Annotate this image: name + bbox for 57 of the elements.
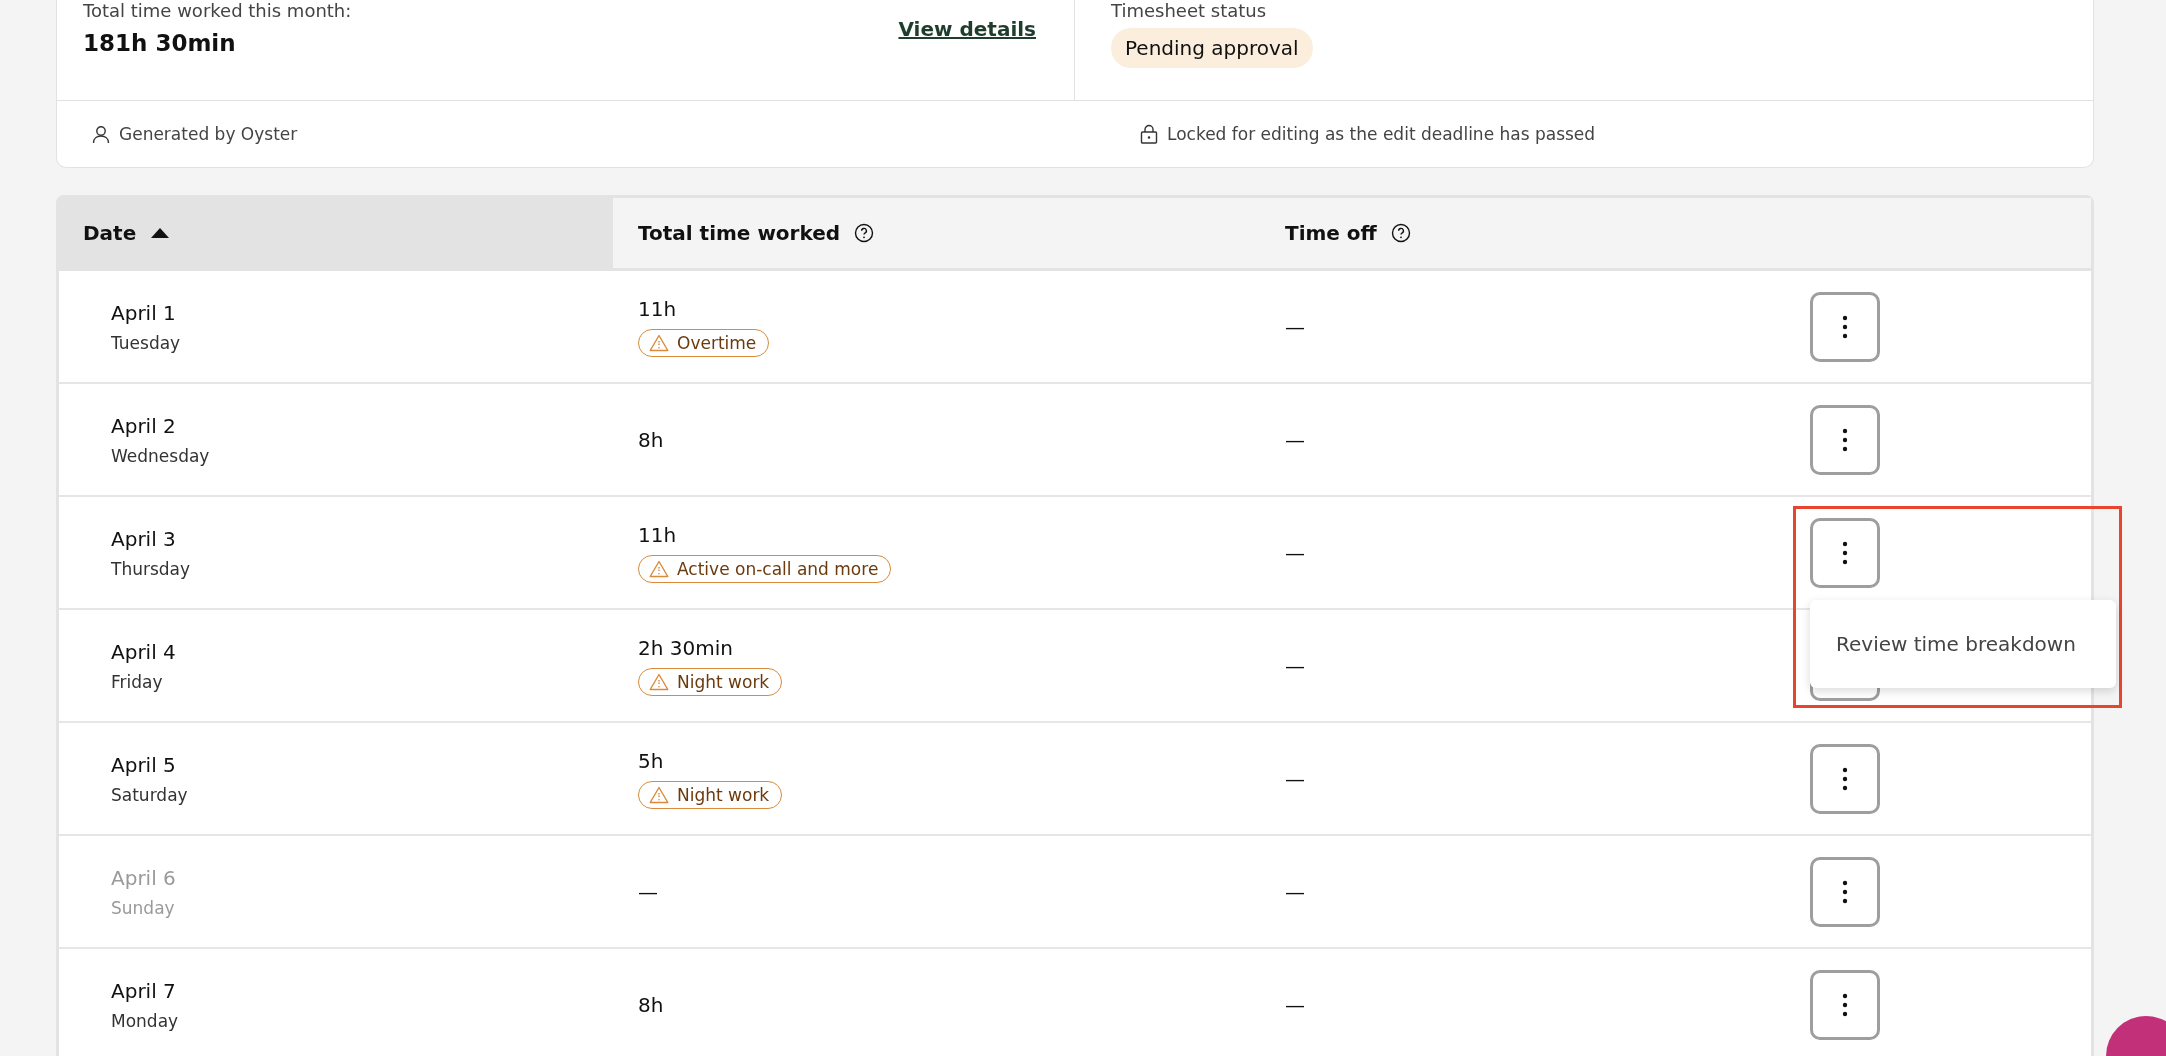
generated-by-text: Generated by Oyster bbox=[119, 124, 298, 144]
warning-icon bbox=[649, 559, 669, 578]
more-options-button[interactable] bbox=[1810, 404, 1880, 475]
date-text: April 7 bbox=[111, 978, 177, 1003]
worked-time-text: 2h 30min bbox=[638, 635, 734, 660]
warning-icon bbox=[649, 333, 669, 352]
date-text: April 1 bbox=[111, 300, 177, 325]
column-header[interactable]: Total time worked bbox=[613, 198, 1260, 268]
view-details-link[interactable]: View details bbox=[898, 17, 1036, 41]
weekday-text: Wednesday bbox=[111, 445, 211, 466]
column-header[interactable]: Time off bbox=[1260, 198, 1810, 268]
weekday-text: Saturday bbox=[111, 784, 189, 805]
more-options-button[interactable] bbox=[1810, 291, 1880, 362]
more-options-button[interactable] bbox=[1810, 517, 1880, 588]
person-icon bbox=[91, 124, 111, 144]
vertical-dots-icon bbox=[1842, 314, 1848, 339]
worked-time-text: 11h bbox=[638, 296, 678, 321]
worked-time-text: 8h bbox=[638, 427, 665, 452]
time-off-text: — bbox=[1285, 992, 1306, 1017]
vertical-dots-icon bbox=[1842, 427, 1848, 452]
time-off-text: — bbox=[1285, 540, 1306, 565]
sort-ascending-icon bbox=[150, 227, 171, 239]
warning-icon bbox=[649, 672, 669, 691]
vertical-dots-icon bbox=[1842, 879, 1848, 904]
total-time-value: 181h 30min bbox=[83, 30, 237, 56]
vertical-dots-icon bbox=[1842, 540, 1848, 565]
date-text: April 5 bbox=[111, 752, 177, 777]
vertical-dots-icon bbox=[1842, 766, 1848, 791]
time-off-text: — bbox=[1285, 314, 1306, 339]
lock-note-text: Locked for editing as the edit deadline has passed bbox=[1167, 124, 1596, 144]
date-text: April 6 bbox=[111, 865, 177, 890]
time-off-text: — bbox=[1285, 653, 1306, 678]
status-badge: Pending approval bbox=[1111, 28, 1313, 68]
date-text: April 2 bbox=[111, 413, 177, 438]
timesheet-status-label: Timesheet status bbox=[1111, 2, 1267, 20]
weekday-text: Tuesday bbox=[111, 332, 182, 353]
worked-time-text: 5h bbox=[638, 748, 665, 773]
worked-time-text: 8h bbox=[638, 992, 665, 1017]
time-off-text: — bbox=[1285, 427, 1306, 452]
weekday-text: Friday bbox=[111, 671, 164, 692]
worked-time-text: 11h bbox=[638, 522, 678, 547]
weekday-text: Sunday bbox=[111, 897, 176, 918]
vertical-dots-icon bbox=[1842, 992, 1848, 1017]
worked-time-text: — bbox=[638, 879, 659, 904]
total-time-label: Total time worked this month: bbox=[83, 2, 352, 20]
more-options-button[interactable] bbox=[1810, 969, 1880, 1040]
menu-item[interactable]: Review time breakdown bbox=[1810, 631, 2076, 656]
warning-icon bbox=[649, 785, 669, 804]
column-header[interactable]: Date bbox=[59, 198, 613, 268]
date-text: April 3 bbox=[111, 526, 177, 551]
weekday-text: Thursday bbox=[111, 558, 192, 579]
time-off-text: — bbox=[1285, 766, 1306, 791]
more-options-button[interactable] bbox=[1810, 743, 1880, 814]
date-text: April 4 bbox=[111, 639, 177, 664]
weekday-text: Monday bbox=[111, 1010, 180, 1031]
time-off-text: — bbox=[1285, 879, 1306, 904]
lock-icon bbox=[1139, 124, 1159, 144]
